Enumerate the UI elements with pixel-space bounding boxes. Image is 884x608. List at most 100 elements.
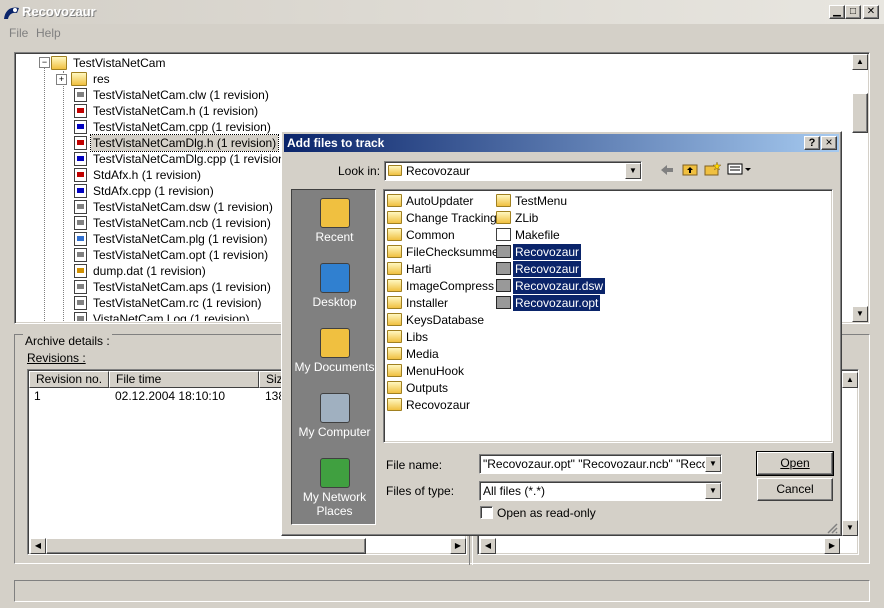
file-name-dropdown-button[interactable]: ▼ xyxy=(705,456,721,472)
folder-icon xyxy=(387,381,402,394)
file-name-input[interactable]: "Recovozaur.opt" "Recovozaur.ncb" "Recov… xyxy=(479,454,722,474)
my-network-icon xyxy=(319,458,350,488)
details-scroll-right-button[interactable]: ▶ xyxy=(824,538,840,554)
place-recent[interactable]: Recent xyxy=(292,198,377,244)
open-button[interactable]: Open xyxy=(756,451,834,476)
status-bar xyxy=(14,580,870,602)
tree-line xyxy=(63,71,65,321)
revision-cell-rev[interactable]: 1 xyxy=(34,389,41,403)
column-header-time[interactable]: File time xyxy=(109,371,259,388)
details-scroll-down-button[interactable]: ▼ xyxy=(842,520,858,536)
list-scroll-right-button[interactable]: ▶ xyxy=(450,538,466,554)
tree-line xyxy=(44,63,46,321)
arrow-left-icon: ◀ xyxy=(484,541,492,550)
revision-cell-time[interactable]: 02.12.2004 18:10:10 xyxy=(115,389,225,403)
arrow-right-icon: ▶ xyxy=(828,541,836,550)
collapse-toggle-icon[interactable]: − xyxy=(39,57,50,68)
readonly-checkbox[interactable] xyxy=(480,506,493,519)
close-button[interactable]: ✕ xyxy=(863,5,879,19)
close-icon: ✕ xyxy=(866,6,876,17)
look-in-select[interactable]: Recovozaur xyxy=(384,161,642,181)
new-folder-icon[interactable] xyxy=(704,161,721,176)
details-scroll-left-button[interactable]: ◀ xyxy=(480,538,496,554)
cancel-button[interactable]: Cancel xyxy=(757,478,833,501)
menu-file[interactable]: File xyxy=(9,26,28,40)
close-icon: × xyxy=(825,135,833,149)
places-bar: Recent Desktop My Documents My Computer My N… xyxy=(291,189,376,525)
file-icon xyxy=(496,296,511,309)
media-file-icon xyxy=(74,264,87,278)
folder-icon xyxy=(387,296,402,309)
folder-icon xyxy=(387,313,402,326)
dialog-help-button[interactable]: ? xyxy=(804,136,820,150)
folder-icon xyxy=(51,56,67,70)
column-header-revision[interactable]: Revision no. xyxy=(29,371,109,388)
file-list[interactable]: AutoUpdater Change Tracking Common FileChec… xyxy=(383,189,833,443)
chevron-down-icon: ▼ xyxy=(709,459,717,468)
file-type-select[interactable]: All files (*.*) xyxy=(479,481,722,501)
recent-icon xyxy=(319,198,350,228)
look-in-label: Look in: xyxy=(338,164,381,178)
readonly-label: Open as read-only xyxy=(497,506,596,520)
file-icon xyxy=(496,262,511,275)
header-file-icon xyxy=(74,104,87,118)
chevron-down-icon: ▼ xyxy=(629,166,637,175)
file-icon xyxy=(74,216,87,230)
app-icon xyxy=(4,7,19,19)
up-folder-icon[interactable] xyxy=(682,162,698,176)
app-title: Recovozaur xyxy=(22,4,96,19)
arrow-up-icon: ▲ xyxy=(856,57,864,66)
view-menu-icon[interactable] xyxy=(727,163,753,175)
chevron-down-icon: ▼ xyxy=(709,486,717,495)
minimize-button[interactable]: ▁ xyxy=(829,5,845,19)
ie-file-icon xyxy=(74,232,87,246)
tree-scroll-thumb[interactable] xyxy=(852,93,868,133)
cpp-file-icon xyxy=(74,184,87,198)
workspace-file-icon xyxy=(74,200,87,214)
folder-icon xyxy=(387,245,402,258)
maximize-button[interactable]: □ xyxy=(845,5,861,19)
folder-icon xyxy=(387,364,402,377)
maximize-icon: □ xyxy=(849,6,857,17)
file-icon xyxy=(74,248,87,262)
dialog-title: Add files to track xyxy=(287,136,385,150)
file-type-label: Files of type: xyxy=(386,484,455,498)
folder-icon xyxy=(387,330,402,343)
help-icon: ? xyxy=(808,137,816,149)
list-scroll-thumb[interactable] xyxy=(46,538,366,554)
place-desktop[interactable]: Desktop xyxy=(292,263,377,309)
arrow-down-icon: ▼ xyxy=(856,309,864,318)
details-scroll-up-button[interactable]: ▲ xyxy=(842,372,858,388)
window-title-bar[interactable]: Recovozaur ▁ □ ✕ xyxy=(0,0,884,24)
file-icon xyxy=(496,228,511,241)
tree-scroll-up-button[interactable]: ▲ xyxy=(852,54,868,70)
file-icon xyxy=(74,312,87,321)
look-in-dropdown-button[interactable]: ▼ xyxy=(625,163,641,179)
archive-group-label: Archive details : xyxy=(23,334,112,348)
desktop-icon xyxy=(319,263,350,293)
revisions-label: Revisions : xyxy=(27,351,86,365)
dialog-title-bar[interactable]: Add files to track ? × xyxy=(284,134,839,152)
header-file-icon xyxy=(74,136,87,150)
place-my-computer[interactable]: My Computer xyxy=(292,393,377,439)
folder-icon xyxy=(496,194,511,207)
folder-icon xyxy=(387,398,402,411)
resize-grip-icon[interactable] xyxy=(826,522,838,534)
folder-icon: + xyxy=(56,72,87,86)
place-my-network[interactable]: My Network Places xyxy=(292,458,377,518)
cpp-file-icon xyxy=(74,120,87,134)
list-scroll-left-button[interactable]: ◀ xyxy=(30,538,46,554)
file-icon xyxy=(74,88,87,102)
folder-icon xyxy=(388,165,402,176)
tree-scroll-down-button[interactable]: ▼ xyxy=(852,306,868,322)
back-arrow-icon[interactable] xyxy=(660,164,674,176)
dialog-close-button[interactable]: × xyxy=(821,136,837,150)
arrow-up-icon: ▲ xyxy=(846,375,854,384)
menu-help[interactable]: Help xyxy=(36,26,61,40)
place-my-documents[interactable]: My Documents xyxy=(292,328,377,374)
cpp-file-icon xyxy=(74,152,87,166)
expand-toggle-icon[interactable]: + xyxy=(56,74,67,85)
file-icon xyxy=(496,245,511,258)
folder-icon xyxy=(387,279,402,292)
file-type-dropdown-button[interactable]: ▼ xyxy=(705,483,721,499)
